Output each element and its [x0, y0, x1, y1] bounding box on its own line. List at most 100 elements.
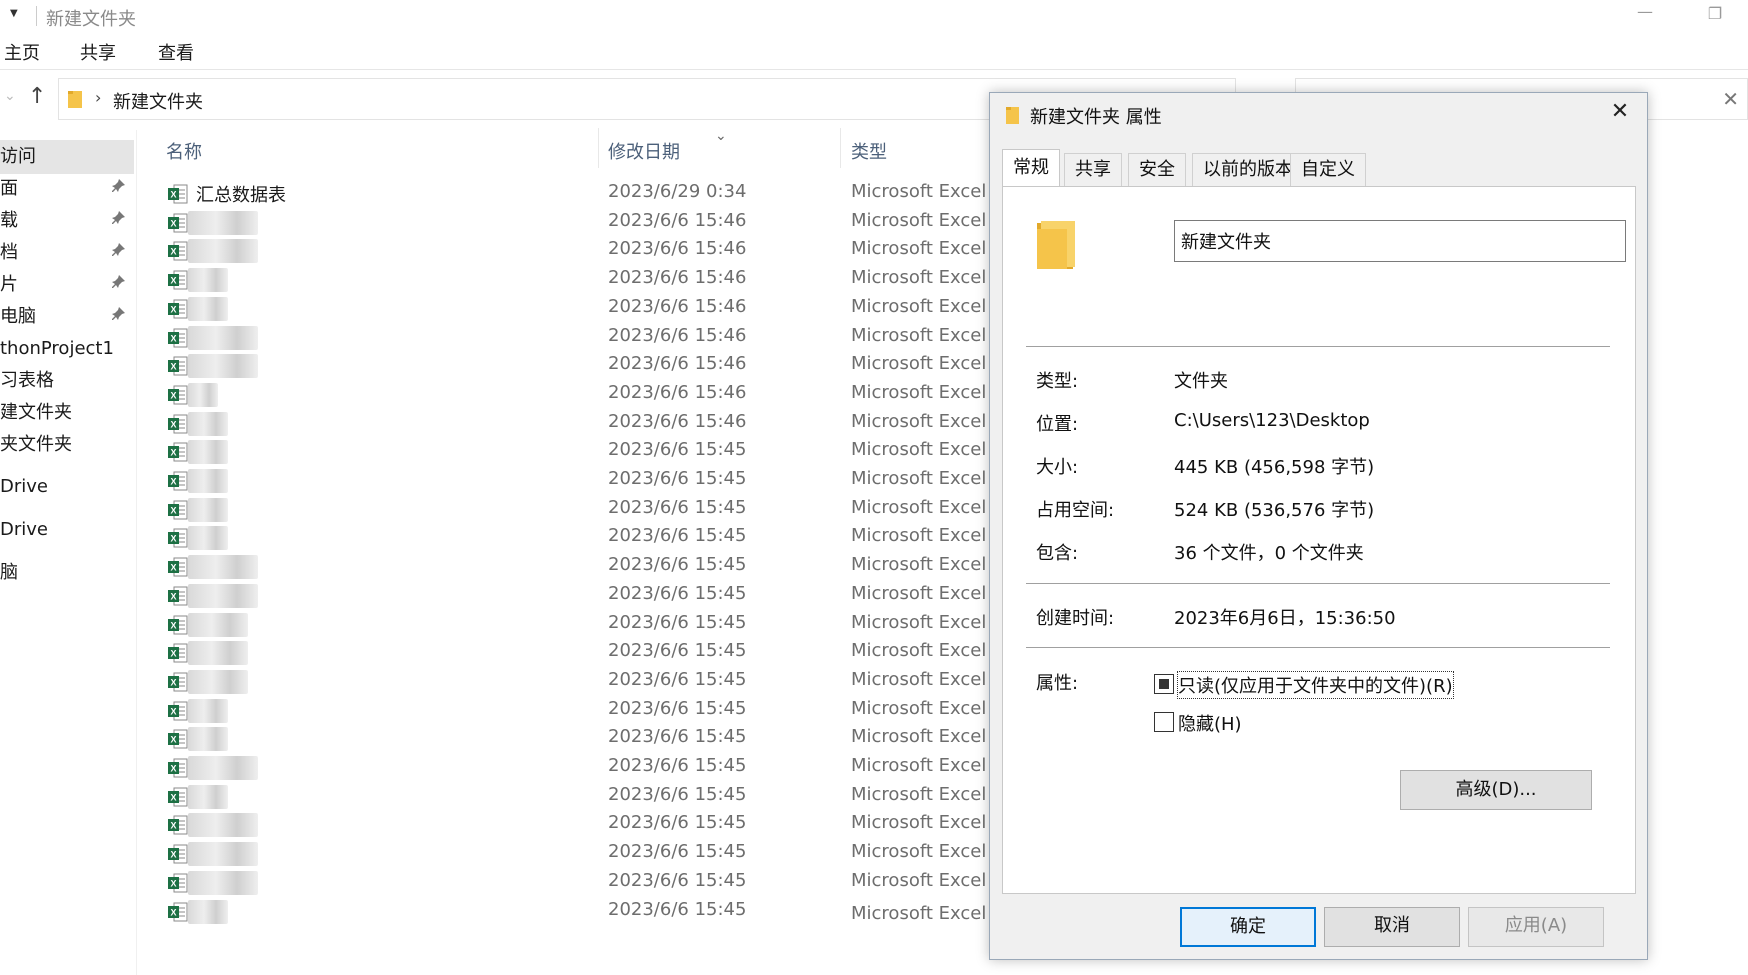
redacted-file-name [188, 354, 258, 379]
column-header-name[interactable]: 名称 [166, 138, 202, 164]
breadcrumb-chevron-icon[interactable]: › [95, 88, 101, 107]
redacted-file-name [188, 698, 228, 723]
sidebar-item[interactable]: 夹文件夹 [0, 428, 134, 462]
file-type: Microsoft Excel [851, 209, 987, 231]
excel-file-icon: X [168, 184, 188, 204]
file-type: Microsoft Excel [851, 353, 987, 375]
sidebar-item[interactable]: 片 [0, 268, 134, 302]
svg-text:X: X [170, 821, 176, 831]
tab-customize[interactable]: 自定义 [1290, 153, 1366, 187]
redacted-file-name [188, 382, 218, 407]
breadcrumb-current-folder[interactable]: 新建文件夹 [113, 88, 203, 114]
column-header-date[interactable]: 修改日期 [608, 138, 680, 164]
readonly-checkbox[interactable] [1154, 674, 1174, 694]
table-row[interactable]: X 2023/6/6 15:46 Microsoft Excel [140, 235, 1000, 267]
table-row[interactable]: X 2023/6/6 15:45 Microsoft Excel [140, 809, 1000, 841]
sidebar-item[interactable]: 访问 [0, 140, 134, 174]
table-row[interactable]: X 2023/6/6 15:46 Microsoft Excel [140, 350, 1000, 382]
table-row[interactable]: X 2023/6/6 15:45 Microsoft Excel [140, 838, 1000, 870]
tab-previous-versions[interactable]: 以前的版本 [1192, 153, 1304, 187]
redacted-file-name [188, 526, 228, 551]
readonly-checkbox-label[interactable]: 只读(仅应用于文件夹中的文件)(R) [1177, 671, 1454, 699]
svg-text:X: X [170, 218, 176, 228]
restore-button[interactable]: ❐ [1700, 4, 1730, 30]
minimize-button[interactable]: — [1630, 2, 1660, 28]
table-row[interactable]: X2023/6/6 15:45Microsoft Excel 工...10 KB [140, 896, 1311, 928]
table-row[interactable]: X 2023/6/6 15:45 Microsoft Excel [140, 465, 1000, 497]
up-arrow-icon[interactable]: ↑ [28, 84, 46, 109]
sidebar-item[interactable]: 电脑 [0, 300, 134, 334]
table-row[interactable]: X 2023/6/6 15:46 Microsoft Excel [140, 207, 1000, 239]
general-tab-panel: 类型: 文件夹 位置: C:\Users\123\Desktop 大小: 445… [1002, 186, 1636, 894]
file-type: Microsoft Excel [851, 468, 987, 489]
sidebar-item[interactable]: thonProject1 [0, 332, 134, 366]
excel-file-icon: X [168, 873, 188, 893]
column-separator[interactable] [840, 128, 841, 168]
column-separator[interactable] [598, 128, 599, 168]
excel-file-icon: X [168, 328, 188, 347]
excel-file-icon: X [168, 844, 188, 864]
cancel-button[interactable]: 取消 [1324, 907, 1460, 947]
sidebar-item[interactable]: 载 [0, 204, 134, 238]
ribbon-tab-view[interactable]: 查看 [158, 39, 194, 65]
sidebar-item[interactable]: 习表格 [0, 364, 134, 398]
table-row[interactable]: X 2023/6/6 15:45 Microsoft Excel [140, 436, 1000, 468]
table-row[interactable]: X 2023/6/6 15:46 Microsoft Excel [140, 264, 1000, 296]
column-header-type[interactable]: 类型 [851, 138, 887, 164]
file-date: 2023/6/6 15:45 [608, 755, 747, 776]
table-row[interactable]: X 2023/6/6 15:45 Microsoft Excel [140, 867, 1000, 899]
sidebar-item[interactable]: Drive [0, 470, 134, 504]
table-row[interactable]: X 2023/6/6 15:45 Microsoft Excel [140, 609, 1000, 641]
file-type: Microsoft Excel [851, 496, 987, 518]
excel-file-icon: X [168, 385, 188, 405]
svg-text:X: X [170, 563, 176, 573]
table-row[interactable]: X 2023/6/6 15:46 Microsoft Excel [140, 379, 1000, 411]
table-row[interactable]: X 2023/6/6 15:46 Microsoft Excel [140, 408, 1000, 440]
table-row[interactable]: X 2023/6/6 15:45 Microsoft Excel [140, 580, 1000, 612]
table-row[interactable]: X 汇总数据表 2023/6/29 0:34 Microsoft Excel [140, 178, 1000, 210]
table-row[interactable]: X 2023/6/6 15:45 Microsoft Excel [140, 695, 1000, 727]
ribbon-tab-home[interactable]: 主页 [4, 39, 40, 65]
hidden-checkbox[interactable] [1154, 712, 1174, 732]
svg-text:X: X [170, 850, 176, 860]
table-row[interactable]: X 2023/6/6 15:45 Microsoft Excel [140, 637, 1000, 669]
table-row[interactable]: X 2023/6/6 15:46 Microsoft Excel [140, 293, 1000, 325]
table-row[interactable]: X 2023/6/6 15:45 Microsoft Excel [140, 494, 1000, 526]
recent-locations-chevron-icon[interactable]: ⌄ [4, 88, 16, 104]
file-date: 2023/6/6 15:45 [608, 697, 747, 719]
excel-file-icon: X [168, 500, 188, 520]
sidebar-item[interactable]: 面 [0, 172, 134, 206]
redacted-file-name [188, 899, 228, 924]
ok-button[interactable]: 确定 [1180, 907, 1316, 947]
quick-access-dropdown-icon[interactable]: ▼ [10, 8, 24, 24]
redacted-file-name [188, 727, 228, 752]
sidebar-item[interactable]: 建文件夹 [0, 396, 134, 430]
sidebar-item[interactable]: 档 [0, 236, 134, 270]
file-date: 2023/6/6 15:46 [608, 410, 747, 432]
created-value: 2023年6月6日，15:36:50 [1174, 608, 1396, 629]
tab-sharing[interactable]: 共享 [1064, 153, 1122, 187]
tab-general[interactable]: 常规 [1002, 149, 1060, 187]
table-row[interactable]: X 2023/6/6 15:46 Microsoft Excel [140, 322, 1000, 354]
table-row[interactable]: X 2023/6/6 15:45 Microsoft Excel [140, 666, 1000, 698]
hidden-checkbox-label[interactable]: 隐藏(H) [1178, 710, 1242, 736]
dialog-close-button[interactable]: ✕ [1602, 99, 1638, 129]
ribbon-tab-share[interactable]: 共享 [80, 39, 116, 65]
pane-divider[interactable] [136, 130, 137, 975]
table-row[interactable]: X 2023/6/6 15:45 Microsoft Excel [140, 723, 1000, 755]
divider [1026, 647, 1610, 648]
excel-file-icon: X [168, 729, 188, 749]
sidebar-item[interactable]: Drive [0, 513, 134, 547]
tab-security[interactable]: 安全 [1128, 153, 1186, 187]
file-type: Microsoft Excel [851, 697, 987, 719]
table-row[interactable]: X 2023/6/6 15:45 Microsoft Excel [140, 781, 1000, 813]
close-icon[interactable]: ✕ [1722, 87, 1739, 111]
table-row[interactable]: X 2023/6/6 15:45 Microsoft Excel [140, 522, 1000, 554]
advanced-button[interactable]: 高级(D)... [1400, 770, 1592, 810]
sidebar-item[interactable]: 脑 [0, 556, 134, 590]
table-row[interactable]: X 2023/6/6 15:45 Microsoft Excel [140, 752, 1000, 784]
pin-icon [112, 236, 126, 270]
apply-button[interactable]: 应用(A) [1468, 907, 1604, 947]
table-row[interactable]: X 2023/6/6 15:45 Microsoft Excel [140, 551, 1000, 583]
folder-name-input[interactable] [1174, 220, 1626, 262]
